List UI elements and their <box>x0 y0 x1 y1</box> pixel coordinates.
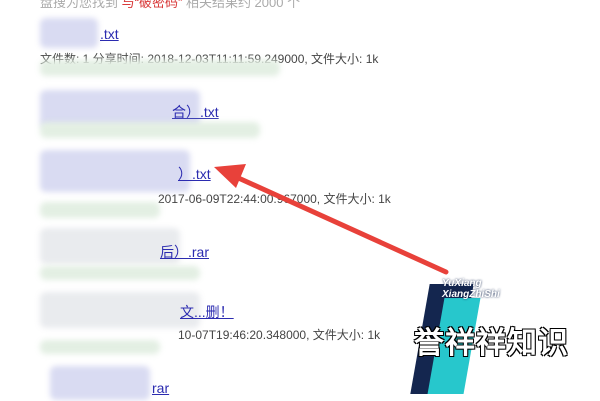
result-link-4[interactable]: 后）.rar <box>160 242 209 262</box>
result-count-suffix: 相关结果约 2000 个 <box>185 0 301 10</box>
watermark-subtitle: YuXiang XiangZhiShi <box>442 278 500 300</box>
result-meta-3: 2017-06-09T22:44:00.967000, 文件大小: 1k <box>158 192 391 206</box>
result-count-line: 盘搜为您找到 与“破密码” 相关结果约 2000 个 <box>40 0 300 11</box>
redacted-block <box>40 18 98 48</box>
redacted-block <box>40 228 180 264</box>
redacted-block <box>40 202 160 218</box>
result-meta-5: 10-07T19:46:20.348000, 文件大小: 1k <box>178 328 381 342</box>
result-count-prefix: 盘搜为您找到 <box>40 0 119 10</box>
redacted-block <box>40 60 280 76</box>
result-link-1[interactable]: .txt <box>100 26 119 42</box>
watermark-line1: YuXiang <box>442 278 482 289</box>
arrow-head <box>214 164 246 188</box>
redacted-block <box>40 340 160 354</box>
redacted-block <box>40 266 200 280</box>
result-count-highlight: 与“破密码” <box>121 0 183 10</box>
watermark-title: 誉祥祥知识 <box>414 327 569 360</box>
result-link-6[interactable]: rar <box>152 380 169 396</box>
redacted-block <box>40 292 200 328</box>
redacted-block <box>40 122 260 138</box>
watermark-line2: XiangZhiShi <box>442 289 500 300</box>
redacted-block <box>50 366 150 400</box>
search-results-page: 盘搜为您找到 与“破密码” 相关结果约 2000 个 .txt 文件数: 1 分… <box>0 0 600 401</box>
result-link-2[interactable]: 合）.txt <box>172 102 219 122</box>
result-link-5[interactable]: 文...删！ <box>180 302 234 322</box>
watermark-logo: YuXiang XiangZhiShi 誉祥祥知识 <box>410 278 592 398</box>
redacted-block <box>40 150 190 192</box>
result-link-3[interactable]: ）.txt <box>178 164 211 184</box>
